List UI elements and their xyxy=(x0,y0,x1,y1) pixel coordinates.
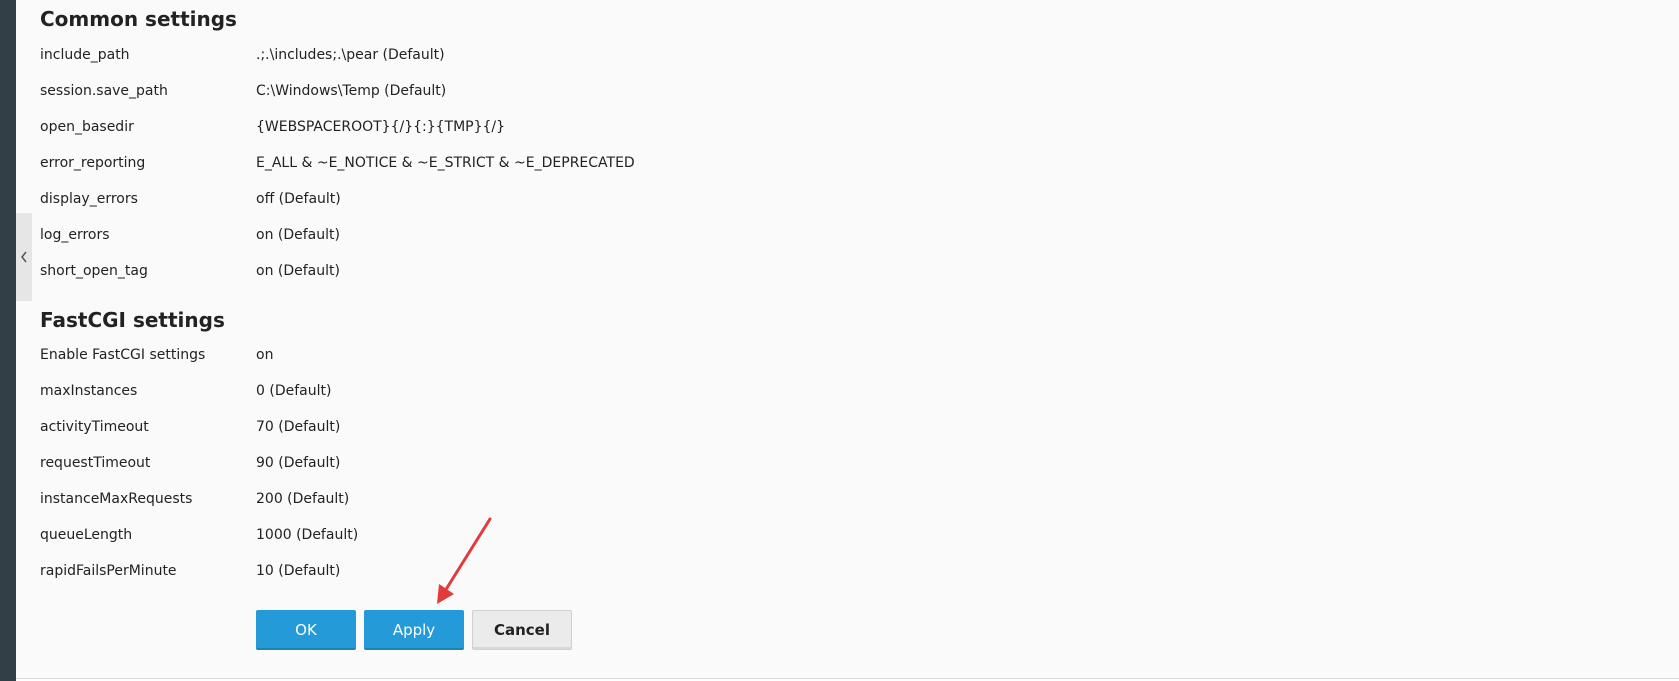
setting-label: error_reporting xyxy=(40,155,146,171)
settings-row-max-instances: maxInstances 0 (Default) xyxy=(40,373,331,409)
sidebar-strip xyxy=(0,0,16,681)
settings-row-request-timeout: requestTimeout 90 (Default) xyxy=(40,445,340,481)
setting-value: on (Default) xyxy=(256,227,340,243)
settings-row-instance-max-requests: instanceMaxRequests 200 (Default) xyxy=(40,481,349,517)
settings-row-short-open-tag: short_open_tag on (Default) xyxy=(40,253,340,289)
setting-value: .;.\includes;.\pear (Default) xyxy=(256,47,445,63)
fastcgi-settings-heading: FastCGI settings xyxy=(40,308,225,332)
setting-label: short_open_tag xyxy=(40,263,148,279)
setting-value: 10 (Default) xyxy=(256,563,341,579)
settings-row-activity-timeout: activityTimeout 70 (Default) xyxy=(40,409,340,445)
setting-label: session.save_path xyxy=(40,83,168,99)
setting-label: open_basedir xyxy=(40,119,134,135)
setting-label: activityTimeout xyxy=(40,419,149,435)
setting-label: maxInstances xyxy=(40,383,138,399)
setting-value: 1000 (Default) xyxy=(256,527,359,543)
common-settings-heading: Common settings xyxy=(40,7,237,31)
setting-value: 0 (Default) xyxy=(256,383,332,399)
settings-row-queue-length: queueLength 1000 (Default) xyxy=(40,517,358,553)
settings-row-log-errors: log_errors on (Default) xyxy=(40,217,340,253)
setting-value: E_ALL & ~E_NOTICE & ~E_STRICT & ~E_DEPRE… xyxy=(256,155,635,171)
settings-row-include-path: include_path .;.\includes;.\pear (Defaul… xyxy=(40,37,445,73)
cancel-button[interactable]: Cancel xyxy=(472,610,572,650)
setting-value: 200 (Default) xyxy=(256,491,350,507)
ok-button[interactable]: OK xyxy=(256,610,356,650)
setting-value: C:\Windows\Temp (Default) xyxy=(256,83,447,99)
setting-label: requestTimeout xyxy=(40,455,151,471)
setting-label: include_path xyxy=(40,47,130,63)
setting-label: log_errors xyxy=(40,227,110,243)
settings-row-enable-fastcgi: Enable FastCGI settings on xyxy=(40,337,273,373)
chevron-left-icon xyxy=(21,251,27,263)
setting-value: off (Default) xyxy=(256,191,341,207)
setting-value: 70 (Default) xyxy=(256,419,341,435)
setting-value: {WEBSPACEROOT}{/}{:}{TMP}{/} xyxy=(256,119,506,135)
setting-label: queueLength xyxy=(40,527,133,543)
setting-label: rapidFailsPerMinute xyxy=(40,563,177,579)
setting-label: Enable FastCGI settings xyxy=(40,347,206,363)
setting-value: on xyxy=(256,347,274,363)
settings-row-display-errors: display_errors off (Default) xyxy=(40,181,341,217)
settings-row-open-basedir: open_basedir {WEBSPACEROOT}{/}{:}{TMP}{/… xyxy=(40,109,505,145)
apply-button[interactable]: Apply xyxy=(364,610,464,650)
settings-row-rapid-fails-per-minute: rapidFailsPerMinute 10 (Default) xyxy=(40,553,340,589)
settings-row-session-save-path: session.save_path C:\Windows\Temp (Defau… xyxy=(40,73,446,109)
setting-value: 90 (Default) xyxy=(256,455,341,471)
settings-panel: Common settings include_path .;.\include… xyxy=(16,0,1679,679)
setting-label: instanceMaxRequests xyxy=(40,491,193,507)
settings-row-error-reporting: error_reporting E_ALL & ~E_NOTICE & ~E_S… xyxy=(40,145,635,181)
sidebar-collapse-toggle[interactable] xyxy=(16,213,32,301)
setting-value: on (Default) xyxy=(256,263,340,279)
setting-label: display_errors xyxy=(40,191,138,207)
